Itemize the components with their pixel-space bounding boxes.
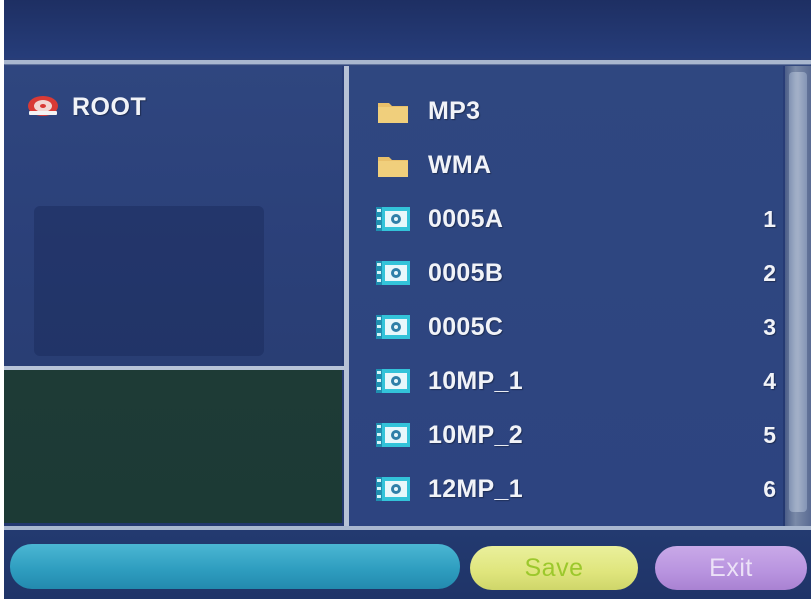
list-item-folder[interactable]: MP3	[374, 84, 784, 138]
file-name: 10MP_1	[428, 366, 523, 395]
file-name: 0005C	[428, 312, 504, 341]
header-band	[4, 0, 811, 58]
tree-item-root[interactable]: ROOT	[26, 92, 146, 122]
scrollbar-thumb[interactable]	[789, 72, 807, 512]
list-item-folder[interactable]: WMA	[374, 138, 784, 192]
image-file-icon	[374, 366, 412, 396]
preview-pane	[4, 370, 342, 523]
image-file-icon	[374, 474, 412, 504]
list-item-image[interactable]: 0005B 2	[374, 246, 784, 300]
file-name: MP3	[428, 96, 481, 125]
image-file-icon	[374, 420, 412, 450]
list-item-image[interactable]: 0005A 1	[374, 192, 784, 246]
status-bar	[10, 544, 460, 589]
file-name: 10MP_2	[428, 420, 523, 449]
list-item-image[interactable]: 10MP_2 5	[374, 408, 784, 462]
file-list: MP3 WMA 0005A 1 0005B 2 0005C 3 10MP_1 4…	[374, 84, 784, 516]
image-file-icon	[374, 258, 412, 288]
save-button[interactable]: Save	[470, 546, 638, 590]
list-item-image[interactable]: 12MP_1 6	[374, 462, 784, 516]
file-index: 6	[763, 475, 776, 502]
image-file-icon	[374, 312, 412, 342]
disc-icon	[26, 93, 60, 122]
list-item-image[interactable]: 0005C 3	[374, 300, 784, 354]
file-index: 4	[763, 367, 776, 394]
tv-screen: ROOT MP3 WMA 0005A 1 0005B 2 0005C 3 10M…	[4, 0, 811, 599]
folder-icon	[374, 96, 412, 126]
file-index: 2	[763, 259, 776, 286]
file-index: 3	[763, 313, 776, 340]
tree-item-label: ROOT	[72, 92, 147, 121]
file-name: 0005A	[428, 204, 504, 233]
header-divider	[4, 60, 811, 64]
file-name: WMA	[428, 150, 492, 179]
folder-icon	[374, 150, 412, 180]
background-reflection	[34, 206, 264, 356]
file-index: 1	[763, 205, 776, 232]
list-item-image[interactable]: 10MP_1 4	[374, 354, 784, 408]
exit-button[interactable]: Exit	[655, 546, 807, 590]
file-name: 0005B	[428, 258, 504, 287]
file-name: 12MP_1	[428, 474, 523, 503]
image-file-icon	[374, 204, 412, 234]
file-index: 5	[763, 421, 776, 448]
